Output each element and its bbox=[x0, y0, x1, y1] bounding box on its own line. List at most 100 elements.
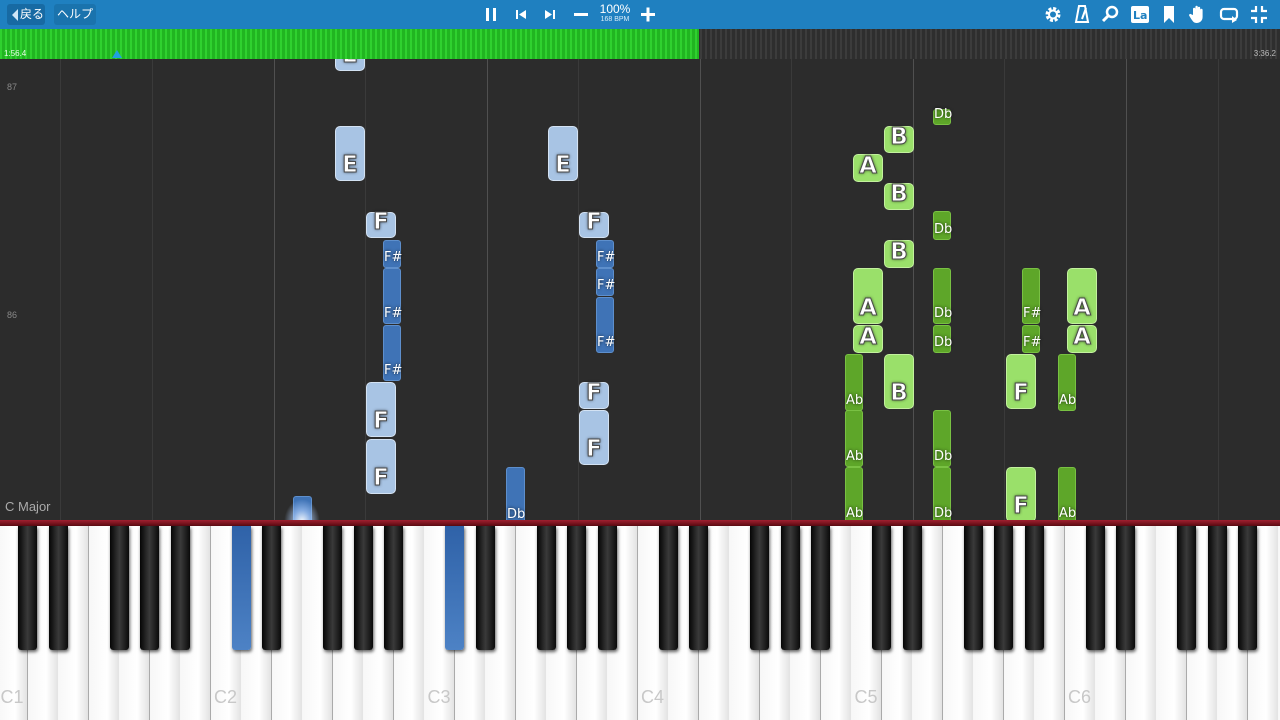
grid-line bbox=[152, 59, 153, 522]
note-right-hand: F bbox=[1006, 467, 1036, 522]
back-button[interactable]: 戻る bbox=[7, 4, 45, 25]
note-left-hand: Db bbox=[506, 467, 525, 522]
black-key[interactable] bbox=[109, 526, 129, 650]
black-key-pressed[interactable] bbox=[231, 526, 251, 650]
octave-label: C6 bbox=[1067, 687, 1091, 707]
note-label: F bbox=[1013, 493, 1030, 520]
black-key[interactable] bbox=[1207, 526, 1227, 650]
black-key[interactable] bbox=[963, 526, 983, 650]
black-key[interactable] bbox=[780, 526, 800, 650]
black-key[interactable] bbox=[689, 526, 708, 650]
black-key[interactable] bbox=[1238, 526, 1257, 650]
black-key[interactable] bbox=[323, 526, 342, 650]
black-key[interactable] bbox=[994, 526, 1013, 650]
grid-line bbox=[700, 59, 701, 522]
black-key[interactable] bbox=[18, 526, 37, 650]
black-key[interactable] bbox=[353, 526, 373, 650]
settings-gear-icon[interactable] bbox=[1042, 4, 1064, 25]
note-label: F# bbox=[1023, 306, 1042, 321]
note-right-hand: Db bbox=[933, 410, 953, 467]
note-label: F# bbox=[597, 278, 616, 293]
note-right-hand: Ab bbox=[1058, 354, 1076, 411]
grid-line bbox=[1004, 59, 1005, 522]
black-key[interactable] bbox=[902, 526, 922, 650]
note-label: Db bbox=[934, 107, 953, 122]
note-left-hand: F# bbox=[383, 240, 402, 268]
note-label: Db bbox=[934, 335, 953, 350]
bookmark-icon[interactable] bbox=[1158, 4, 1180, 25]
note-label: A bbox=[859, 324, 878, 351]
note-left-hand: F bbox=[579, 209, 609, 238]
octave-label: C5 bbox=[854, 687, 878, 707]
black-key[interactable] bbox=[536, 526, 556, 650]
black-key[interactable] bbox=[1116, 526, 1135, 650]
note-right-hand: Db bbox=[933, 325, 953, 353]
black-key[interactable] bbox=[48, 526, 68, 650]
loop-icon[interactable] bbox=[1218, 4, 1240, 25]
note-left-hand: E bbox=[335, 126, 365, 181]
note-label: Ab bbox=[846, 393, 864, 408]
zoom-level: 100% bbox=[599, 2, 631, 16]
skip-back-icon[interactable] bbox=[510, 4, 532, 25]
black-key[interactable] bbox=[384, 526, 403, 650]
metronome-icon[interactable] bbox=[1071, 4, 1093, 25]
key-signature-label: C Major bbox=[5, 499, 51, 514]
progress-bar[interactable]: 1:56.4 3:36.2 bbox=[0, 29, 1280, 59]
note-left-hand: F# bbox=[596, 297, 616, 353]
pause-icon[interactable] bbox=[480, 4, 502, 25]
black-key[interactable] bbox=[140, 526, 159, 650]
note-label: F bbox=[373, 209, 390, 236]
note-label-icon[interactable]: La bbox=[1129, 4, 1151, 25]
zoom-readout: 100% 168 BPM bbox=[596, 3, 634, 24]
note-label: F# bbox=[597, 250, 616, 265]
svg-text:La: La bbox=[1133, 9, 1147, 22]
grid-line bbox=[274, 59, 275, 522]
black-key[interactable] bbox=[597, 526, 617, 650]
grid-line bbox=[487, 59, 488, 522]
note-right-hand: Ab bbox=[845, 354, 863, 411]
note-right-hand: Db bbox=[933, 211, 953, 240]
plus-icon[interactable] bbox=[637, 4, 659, 25]
note-label: F bbox=[373, 465, 390, 492]
note-right-hand: Ab bbox=[1058, 467, 1076, 522]
black-key[interactable] bbox=[1085, 526, 1105, 650]
black-key[interactable] bbox=[1024, 526, 1044, 650]
black-key[interactable] bbox=[170, 526, 190, 650]
playhead-marker[interactable] bbox=[112, 50, 122, 58]
black-key[interactable] bbox=[750, 526, 769, 650]
minus-icon[interactable] bbox=[570, 4, 592, 25]
note-right-hand: B bbox=[884, 124, 914, 153]
note-right-hand: F bbox=[1006, 354, 1036, 409]
black-key-pressed[interactable] bbox=[445, 526, 464, 650]
black-key[interactable] bbox=[658, 526, 678, 650]
note-label: F bbox=[586, 380, 603, 407]
note-left-hand: F bbox=[366, 382, 396, 437]
note-right-hand: Ab bbox=[845, 410, 863, 467]
black-key[interactable] bbox=[1177, 526, 1196, 650]
black-key[interactable] bbox=[872, 526, 891, 650]
black-key[interactable] bbox=[262, 526, 281, 650]
note-label: F bbox=[586, 436, 603, 463]
note-right-hand: A bbox=[853, 324, 883, 353]
black-key[interactable] bbox=[811, 526, 830, 650]
note-right-hand: B bbox=[884, 181, 914, 210]
search-icon[interactable] bbox=[1100, 4, 1122, 25]
note-label: Db bbox=[934, 449, 953, 464]
skip-forward-icon[interactable] bbox=[539, 4, 561, 25]
note-label: F# bbox=[597, 335, 616, 350]
toolbar: 戻る ヘルプ 100% 168 BPM La bbox=[0, 0, 1280, 29]
black-key[interactable] bbox=[475, 526, 495, 650]
note-right-hand: A bbox=[853, 153, 883, 182]
note-label: F bbox=[373, 408, 390, 435]
note-label: Ab bbox=[846, 449, 864, 464]
hand-icon[interactable] bbox=[1187, 4, 1209, 25]
note-right-hand: A bbox=[1067, 324, 1097, 353]
fullscreen-exit-icon[interactable] bbox=[1248, 4, 1270, 25]
note-label: B bbox=[890, 239, 909, 266]
note-label: Db bbox=[934, 222, 953, 237]
note-left-hand: F bbox=[366, 209, 396, 238]
note-right-hand: F# bbox=[1022, 325, 1041, 353]
black-key[interactable] bbox=[567, 526, 586, 650]
help-button[interactable]: ヘルプ bbox=[54, 4, 96, 25]
note-left-hand: E bbox=[335, 59, 365, 71]
